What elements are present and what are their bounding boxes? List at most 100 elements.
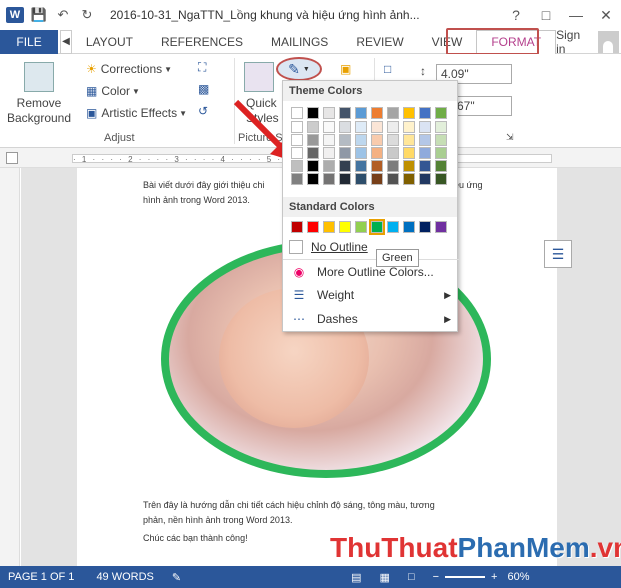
web-layout-icon[interactable]: □ <box>408 571 415 583</box>
theme-color-swatch[interactable] <box>371 147 383 159</box>
picture-outline-button[interactable]: ✎ ▼ <box>276 57 322 81</box>
size-dialog-launcher-icon[interactable]: ⇲ <box>506 132 514 143</box>
theme-color-swatch[interactable] <box>355 160 367 172</box>
theme-color-swatch[interactable] <box>339 107 351 119</box>
theme-color-swatch[interactable] <box>371 134 383 146</box>
standard-color-swatch[interactable] <box>323 221 335 233</box>
minimize-button[interactable]: — <box>561 7 591 23</box>
word-logo-icon[interactable]: W <box>6 7 24 23</box>
theme-color-swatch[interactable] <box>291 134 303 146</box>
theme-color-swatch[interactable] <box>403 173 415 185</box>
reset-picture-icon[interactable]: ↺ <box>198 104 208 118</box>
help-button[interactable]: ? <box>501 7 531 23</box>
theme-color-swatch[interactable] <box>323 147 335 159</box>
theme-color-swatch[interactable] <box>419 107 431 119</box>
tab-selector-icon[interactable] <box>6 152 18 164</box>
picture-effects-icon[interactable]: ▣ <box>340 62 351 76</box>
theme-color-swatch[interactable] <box>419 160 431 172</box>
theme-color-swatch[interactable] <box>403 160 415 172</box>
artistic-effects-button[interactable]: ▣ Artistic Effects ▼ <box>86 106 187 120</box>
theme-color-swatch[interactable] <box>387 107 399 119</box>
read-mode-icon[interactable]: ▤ <box>351 571 361 584</box>
theme-color-swatch[interactable] <box>339 121 351 133</box>
no-outline-item[interactable]: No Outline <box>283 235 459 259</box>
page-count[interactable]: PAGE 1 OF 1 <box>8 571 74 583</box>
theme-color-swatch[interactable] <box>323 173 335 185</box>
theme-color-swatch[interactable] <box>323 107 335 119</box>
remove-background-icon[interactable] <box>24 62 54 92</box>
theme-color-swatch[interactable] <box>387 147 399 159</box>
tab-layout[interactable]: LAYOUT <box>72 30 147 54</box>
standard-color-swatch[interactable] <box>307 221 319 233</box>
theme-color-swatch[interactable] <box>323 160 335 172</box>
corrections-button[interactable]: ☀ Corrections ▼ <box>86 62 172 76</box>
theme-color-swatch[interactable] <box>371 121 383 133</box>
theme-color-swatch[interactable] <box>419 121 431 133</box>
zoom-out-icon[interactable]: − <box>433 571 439 583</box>
theme-color-swatch[interactable] <box>323 134 335 146</box>
print-layout-icon[interactable]: ▦ <box>380 571 390 584</box>
dashes-item[interactable]: ⋯ Dashes ▶ <box>283 307 459 331</box>
theme-color-swatch[interactable] <box>387 121 399 133</box>
theme-color-swatch[interactable] <box>291 147 303 159</box>
theme-color-swatch[interactable] <box>307 147 319 159</box>
crop-icon[interactable]: □ <box>384 62 391 76</box>
theme-color-swatch[interactable] <box>307 134 319 146</box>
theme-color-swatch[interactable] <box>403 134 415 146</box>
theme-color-swatch[interactable] <box>291 107 303 119</box>
tab-file[interactable]: FILE <box>0 29 59 54</box>
theme-color-swatch[interactable] <box>435 107 447 119</box>
standard-color-swatch[interactable] <box>291 221 303 233</box>
theme-color-swatch[interactable] <box>371 107 383 119</box>
standard-color-swatch[interactable] <box>355 221 367 233</box>
standard-color-swatch[interactable] <box>369 219 385 235</box>
theme-color-swatch[interactable] <box>291 121 303 133</box>
theme-color-swatch[interactable] <box>339 147 351 159</box>
theme-color-swatch[interactable] <box>355 121 367 133</box>
zoom-level[interactable]: 60% <box>507 571 529 583</box>
theme-color-swatch[interactable] <box>323 121 335 133</box>
ribbon-display-icon[interactable]: □ <box>531 7 561 23</box>
theme-color-swatch[interactable] <box>355 173 367 185</box>
zoom-slider[interactable] <box>445 576 486 578</box>
theme-color-swatch[interactable] <box>307 160 319 172</box>
tab-mailings[interactable]: MAILINGS <box>257 30 342 54</box>
theme-color-swatch[interactable] <box>435 173 447 185</box>
theme-color-swatch[interactable] <box>435 160 447 172</box>
tab-references[interactable]: REFERENCES <box>147 30 257 54</box>
close-button[interactable]: ✕ <box>591 7 621 24</box>
standard-color-swatch[interactable] <box>339 221 351 233</box>
more-outline-colors-item[interactable]: ◉ More Outline Colors... <box>283 259 459 283</box>
standard-color-swatch[interactable] <box>435 221 447 233</box>
change-picture-icon[interactable]: ▩ <box>198 82 209 96</box>
tab-scroll-left-icon[interactable]: ◀ <box>60 29 72 54</box>
theme-color-swatch[interactable] <box>435 134 447 146</box>
standard-color-swatch[interactable] <box>419 221 431 233</box>
theme-color-swatch[interactable] <box>371 160 383 172</box>
theme-color-swatch[interactable] <box>291 160 303 172</box>
theme-color-swatch[interactable] <box>403 121 415 133</box>
theme-color-swatch[interactable] <box>307 107 319 119</box>
avatar[interactable] <box>597 30 619 53</box>
redo-icon[interactable]: ↻ <box>78 6 96 24</box>
theme-color-swatch[interactable] <box>339 134 351 146</box>
color-button[interactable]: ▦ Color ▼ <box>86 84 140 98</box>
save-icon[interactable]: 💾 <box>30 6 48 24</box>
theme-color-swatch[interactable] <box>339 173 351 185</box>
theme-color-swatch[interactable] <box>307 173 319 185</box>
theme-color-swatch[interactable] <box>371 173 383 185</box>
theme-color-swatch[interactable] <box>355 147 367 159</box>
theme-color-swatch[interactable] <box>435 147 447 159</box>
theme-color-swatch[interactable] <box>291 173 303 185</box>
remove-background-button[interactable]: Remove Background <box>6 96 72 126</box>
weight-item[interactable]: ☰ Weight ▶ <box>283 283 459 307</box>
proofing-icon[interactable]: ✎ <box>172 571 181 584</box>
sign-in-link[interactable]: Sign in <box>556 28 598 56</box>
compress-pictures-icon[interactable]: ⛶ <box>198 60 206 75</box>
tab-review[interactable]: REVIEW <box>342 30 417 54</box>
standard-color-swatch[interactable] <box>387 221 399 233</box>
word-count[interactable]: 49 WORDS <box>96 571 153 583</box>
quick-styles-icon[interactable] <box>244 62 274 92</box>
zoom-in-icon[interactable]: + <box>491 571 497 583</box>
theme-color-swatch[interactable] <box>307 121 319 133</box>
